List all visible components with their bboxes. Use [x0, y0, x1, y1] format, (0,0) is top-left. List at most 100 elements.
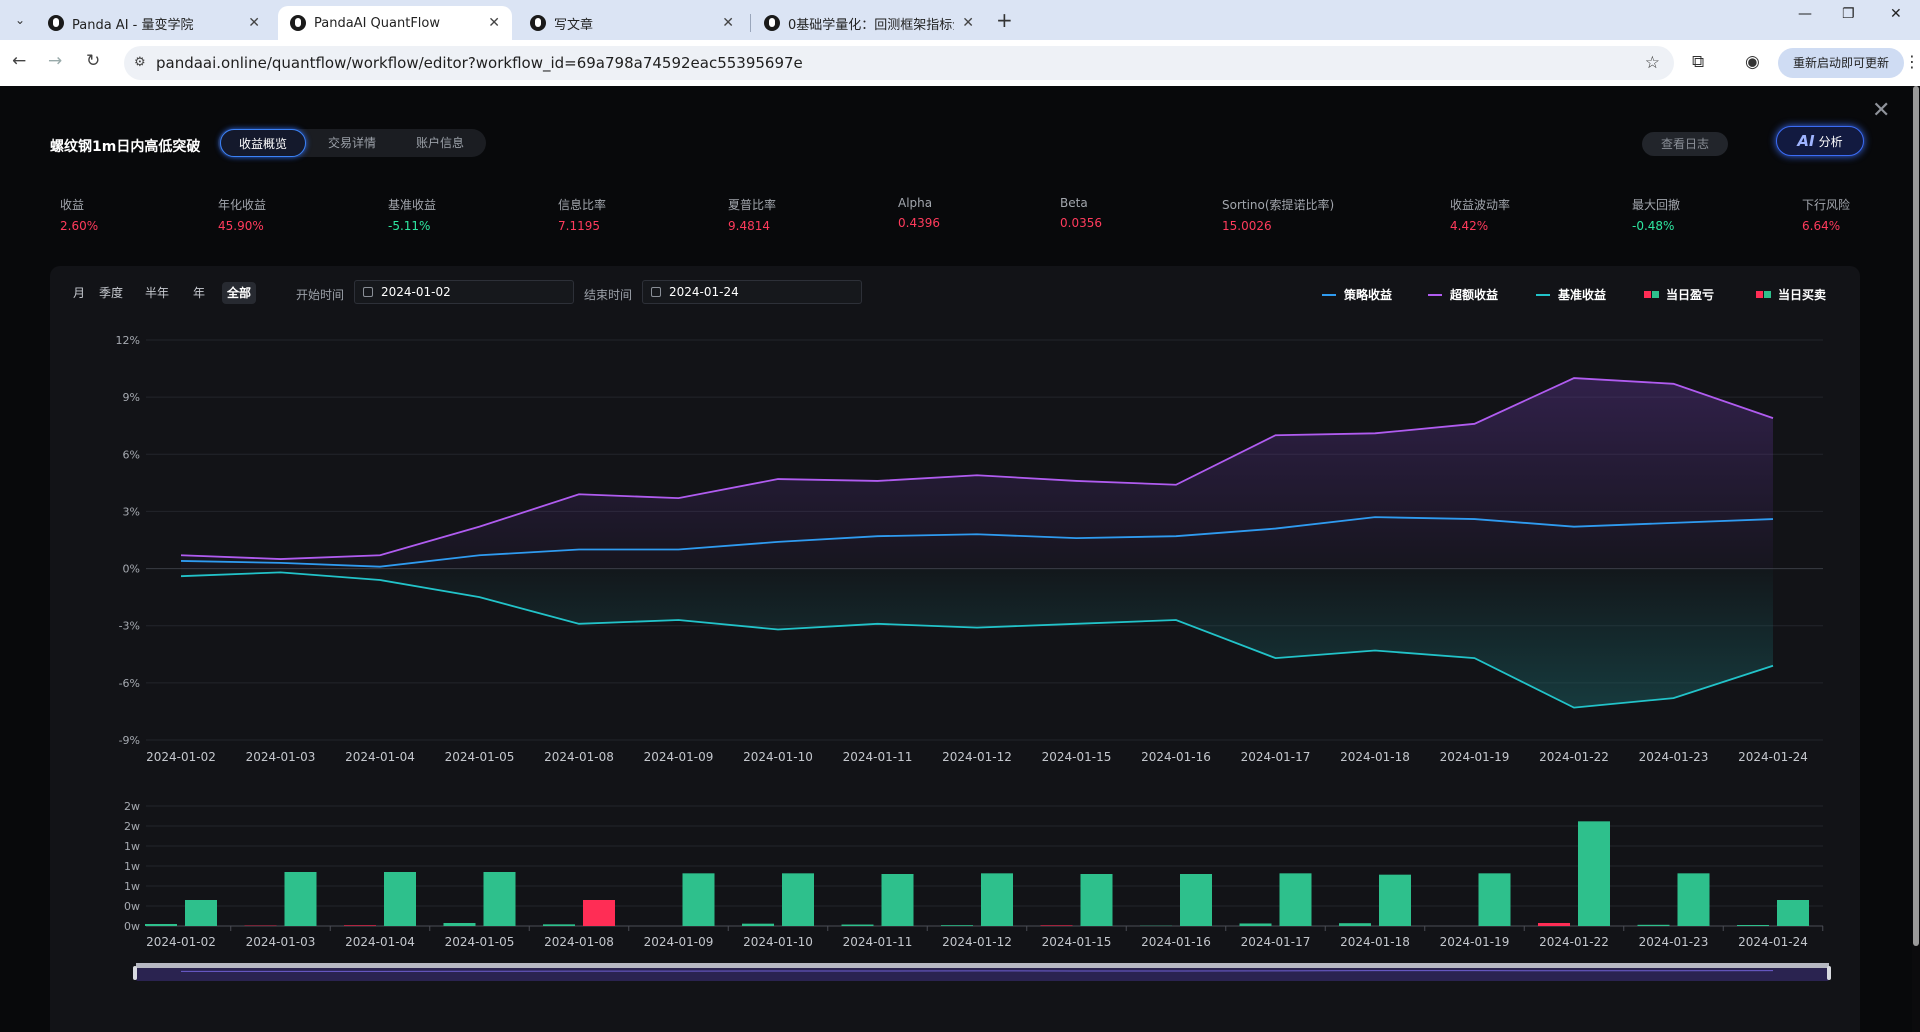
- page-content: ✕ 螺纹钢1m日内高低突破 收益概览 交易详情 账户信息 查看日志 AI 分析 收…: [0, 86, 1912, 1032]
- daily-trade-bar: [1478, 873, 1511, 926]
- bar-x-tick-label: 2024-01-03: [246, 935, 316, 949]
- extensions-puzzle-icon[interactable]: ⧉: [1692, 52, 1704, 72]
- y-tick-label: 6%: [123, 448, 140, 461]
- daily-pnl-bar: [543, 924, 575, 926]
- daily-trade-bar: [483, 872, 516, 926]
- x-tick-label: 2024-01-08: [544, 750, 614, 764]
- metric-item: Sortino(索提诺比率) 15.0026: [1222, 196, 1334, 233]
- metric-item: 收益 2.60%: [60, 196, 98, 233]
- ai-analysis-button[interactable]: AI 分析: [1776, 126, 1864, 156]
- daily-trade-bar: [1677, 873, 1710, 926]
- x-tick-label: 2024-01-09: [644, 750, 714, 764]
- reload-icon[interactable]: ↻: [86, 51, 100, 71]
- tab-account-info[interactable]: 账户信息: [396, 129, 484, 157]
- forward-arrow-icon[interactable]: →: [48, 51, 62, 71]
- scrollbar-thumb[interactable]: [1913, 86, 1919, 946]
- metric-item: 信息比率 7.1195: [558, 196, 606, 233]
- metric-label: 夏普比率: [728, 198, 777, 212]
- daily-pnl-bar: [344, 925, 376, 926]
- minimize-icon[interactable]: —: [1798, 6, 1812, 22]
- metric-item: 最大回撤 -0.48%: [1632, 196, 1680, 233]
- metric-value: 9.4814: [728, 219, 770, 233]
- browser-tab-label: Panda AI - 量变学院: [72, 17, 194, 33]
- close-tab-icon[interactable]: ✕: [248, 15, 260, 31]
- metric-label: Beta: [1060, 196, 1088, 210]
- ai-prefix: AI: [1797, 132, 1815, 150]
- browser-toolbar: ← → ↻ ⚙ pandaai.online/quantflow/workflo…: [0, 40, 1920, 86]
- address-bar[interactable]: ⚙ pandaai.online/quantflow/workflow/edit…: [124, 46, 1674, 80]
- bar-x-tick-label: 2024-01-22: [1539, 935, 1609, 949]
- bar-y-tick-label: 2w: [124, 820, 140, 833]
- browser-tab-1[interactable]: Panda AI - 量变学院 ✕: [36, 6, 272, 40]
- x-tick-label: 2024-01-16: [1141, 750, 1211, 764]
- daily-pnl-bar: [1339, 923, 1371, 926]
- metric-item: 收益波动率 4.42%: [1450, 196, 1510, 233]
- more-menu-icon[interactable]: ⋮: [1904, 52, 1920, 71]
- daily-trade-bar: [583, 900, 615, 926]
- y-tick-label: -9%: [119, 734, 140, 747]
- metric-item: 下行风险 6.64%: [1802, 196, 1850, 233]
- x-tick-label: 2024-01-12: [942, 750, 1012, 764]
- x-tick-label: 2024-01-23: [1639, 750, 1709, 764]
- bar-x-tick-label: 2024-01-05: [445, 935, 515, 949]
- x-tick-label: 2024-01-04: [345, 750, 415, 764]
- metric-item: 年化收益 45.90%: [218, 196, 266, 233]
- y-tick-label: 9%: [123, 391, 140, 404]
- metric-label: 收益: [60, 198, 85, 212]
- metric-label: 收益波动率: [1450, 198, 1511, 212]
- close-tab-icon[interactable]: ✕: [962, 15, 974, 31]
- url-text[interactable]: pandaai.online/quantflow/workflow/editor…: [156, 54, 803, 72]
- metric-value: 6.64%: [1802, 219, 1841, 233]
- browser-tab-4[interactable]: 0基础学量化：回测框架指标介绍 ✕: [752, 6, 986, 40]
- update-button[interactable]: 重新启动即可更新: [1778, 48, 1904, 78]
- browser-tab-2[interactable]: PandaAI QuantFlow ✕: [278, 6, 512, 40]
- close-modal-icon[interactable]: ✕: [1872, 98, 1890, 123]
- restore-icon[interactable]: ❐: [1842, 6, 1855, 22]
- metric-value: 45.90%: [218, 219, 264, 233]
- metric-label: 基准收益: [388, 198, 437, 212]
- strategy-title: 螺纹钢1m日内高低突破: [50, 139, 201, 155]
- range-slider-right-handle[interactable]: [1827, 966, 1831, 980]
- x-tick-label: 2024-01-19: [1440, 750, 1510, 764]
- range-slider-top-bar[interactable]: [136, 963, 1829, 968]
- window-close-icon[interactable]: ✕: [1890, 6, 1902, 22]
- bar-x-tick-label: 2024-01-04: [345, 935, 415, 949]
- close-tab-icon[interactable]: ✕: [488, 15, 500, 31]
- view-log-button[interactable]: 查看日志: [1642, 132, 1728, 156]
- metric-value: 4.42%: [1450, 219, 1489, 233]
- daily-pnl-bar: [742, 923, 774, 926]
- metric-item: 夏普比率 9.4814: [728, 196, 776, 233]
- bookmark-star-icon[interactable]: ☆: [1645, 53, 1660, 73]
- daily-pnl-bar: [1239, 923, 1272, 926]
- daily-pnl-bar: [443, 923, 476, 926]
- panda-favicon-icon: [530, 15, 546, 31]
- new-tab-plus-icon[interactable]: +: [996, 8, 1013, 32]
- bar-x-tick-label: 2024-01-18: [1340, 935, 1410, 949]
- metric-value: -5.11%: [388, 219, 431, 233]
- tab-trade-details[interactable]: 交易详情: [308, 129, 396, 157]
- browser-tab-3[interactable]: 写文章 ✕: [518, 6, 746, 40]
- range-slider-left-handle[interactable]: [133, 966, 137, 980]
- site-info-icon[interactable]: ⚙: [134, 55, 146, 70]
- daily-pnl-bar: [145, 924, 177, 926]
- bar-x-tick-label: 2024-01-08: [544, 935, 614, 949]
- bar-x-tick-label: 2024-01-23: [1639, 935, 1709, 949]
- page-scrollbar[interactable]: [1912, 86, 1920, 946]
- panda-favicon-icon: [48, 15, 64, 31]
- bar-x-tick-label: 2024-01-09: [644, 935, 714, 949]
- daily-pnl-bar: [941, 925, 973, 926]
- daily-pnl-bar: [1737, 925, 1769, 926]
- metric-item: Alpha 0.4396: [898, 196, 940, 230]
- close-tab-icon[interactable]: ✕: [722, 15, 734, 31]
- tab-search-dropdown-icon[interactable]: ⌄: [8, 8, 32, 32]
- x-tick-label: 2024-01-03: [246, 750, 316, 764]
- bar-x-tick-label: 2024-01-17: [1241, 935, 1311, 949]
- bar-x-tick-label: 2024-01-12: [942, 935, 1012, 949]
- x-tick-label: 2024-01-05: [445, 750, 515, 764]
- tab-overview[interactable]: 收益概览: [220, 129, 306, 157]
- bar-y-tick-label: 1w: [124, 860, 140, 873]
- profile-avatar-icon[interactable]: ◉: [1745, 52, 1760, 72]
- back-arrow-icon[interactable]: ←: [12, 51, 26, 71]
- daily-trade-bar: [185, 900, 217, 926]
- metric-label: 下行风险: [1802, 198, 1851, 212]
